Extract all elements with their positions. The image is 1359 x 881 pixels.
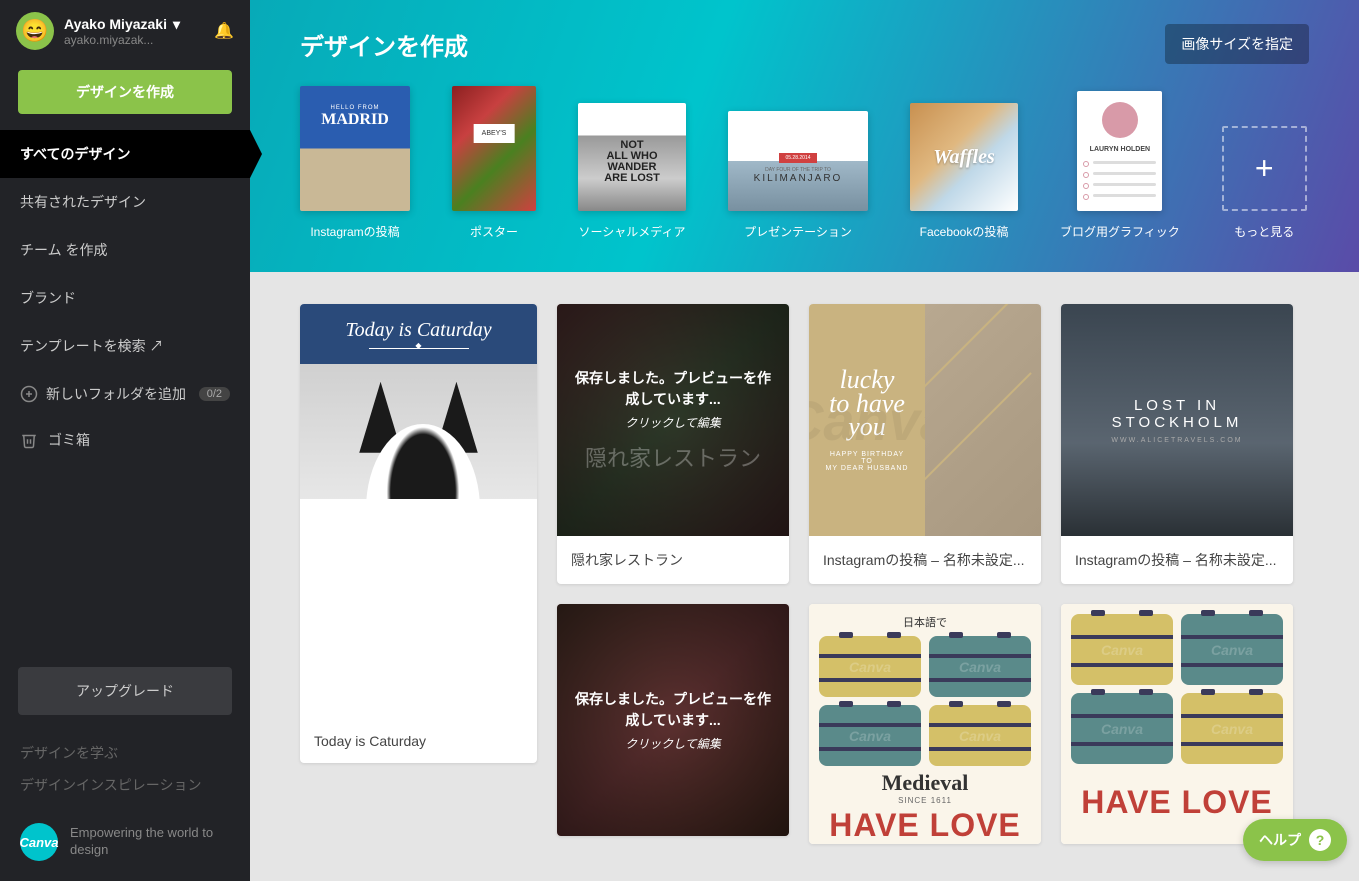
help-icon: ? — [1309, 829, 1331, 851]
template-presentation[interactable]: 05.28.2014 DAY FOUR OF THE TRIP TO KILIM… — [728, 111, 868, 240]
upgrade-button[interactable]: アップグレード — [18, 667, 232, 715]
plus-circle-icon — [20, 385, 38, 403]
help-label: ヘルプ — [1259, 830, 1301, 850]
custom-size-button[interactable]: 画像サイズを指定 — [1165, 24, 1309, 64]
nav-brand[interactable]: ブランド — [0, 274, 250, 322]
sidebar: 😄 Ayako Miyazaki ▾ ayako.miyazak... 🔔 デザ… — [0, 0, 250, 881]
hero-section: デザインを作成 画像サイズを指定 HELLO FROM MADRID Insta… — [250, 0, 1359, 272]
more-label: もっと見る — [1234, 223, 1294, 240]
template-poster[interactable]: ABEY'S ポスター — [452, 86, 536, 240]
template-label: ブログ用グラフィック — [1060, 223, 1180, 240]
design-title: Instagramの投稿 – 名称未設定... — [1061, 536, 1293, 584]
brand-logo: Canva — [20, 823, 58, 861]
nav-shared-designs[interactable]: 共有されたデザイン — [0, 178, 250, 226]
design-card[interactable]: LOST IN STOCKHOLM WWW.ALICETRAVELS.COM I… — [1061, 304, 1293, 584]
template-facebook[interactable]: Waffles Facebookの投稿 — [910, 103, 1018, 240]
templates-row: HELLO FROM MADRID Instagramの投稿 ABEY'S ポス… — [300, 86, 1309, 240]
template-label: ポスター — [470, 223, 518, 240]
design-card[interactable]: Canva Canva Canva Canva HAVE LOVE — [1061, 604, 1293, 844]
designs-section: Today is Caturday Today is Caturday — [250, 272, 1359, 881]
trash-button[interactable]: ゴミ箱 — [0, 418, 250, 462]
template-label: プレゼンテーション — [744, 223, 852, 240]
trash-icon — [20, 431, 38, 449]
brand-tagline: Empowering the world to design — [70, 825, 230, 859]
brand-block: Canva Empowering the world to design — [0, 811, 250, 881]
create-design-button[interactable]: デザインを作成 — [18, 70, 232, 114]
design-card[interactable]: 保存しました。プレビューを作成しています... クリックして編集 — [557, 604, 789, 836]
design-card[interactable]: Today is Caturday Today is Caturday — [300, 304, 537, 763]
template-social[interactable]: NOTALL WHOWANDERARE LOST ソーシャルメディア — [578, 103, 686, 240]
folder-count: 0/2 — [199, 387, 230, 401]
design-title: 隠れ家レストラン — [557, 536, 789, 584]
help-button[interactable]: ヘルプ ? — [1243, 819, 1347, 861]
template-blog[interactable]: LAURYN HOLDEN ブログ用グラフィック — [1060, 91, 1180, 240]
chevron-down-icon: ▾ — [173, 16, 180, 33]
avatar: 😄 — [16, 12, 54, 50]
design-card[interactable]: 保存しました。プレビューを作成しています... クリックして編集 隠れ家レストラ… — [557, 304, 789, 584]
user-email: ayako.miyazak... — [64, 33, 204, 47]
main-content: デザインを作成 画像サイズを指定 HELLO FROM MADRID Insta… — [250, 0, 1359, 881]
learn-design-link[interactable]: デザインを学ぶ — [20, 737, 230, 769]
design-card[interactable]: Canva luckyto haveyou HAPPY BIRTHDAY TOM… — [809, 304, 1041, 584]
user-block[interactable]: 😄 Ayako Miyazaki ▾ ayako.miyazak... 🔔 — [0, 0, 250, 62]
new-folder-button[interactable]: 新しいフォルダを追加 0/2 — [0, 370, 250, 418]
template-label: ソーシャルメディア — [579, 223, 686, 240]
nav-all-designs[interactable]: すべてのデザイン — [0, 130, 250, 178]
nav-search-templates[interactable]: テンプレートを検索 ↗ — [0, 322, 250, 370]
template-label: Facebookの投稿 — [920, 223, 1009, 240]
design-card[interactable]: 日本語で Canva Canva Canva Canva Medieval SI… — [809, 604, 1041, 844]
nav-create-team[interactable]: チーム を作成 — [0, 226, 250, 274]
bell-icon[interactable]: 🔔 — [214, 21, 234, 41]
hero-title: デザインを作成 — [300, 27, 468, 62]
user-name: Ayako Miyazaki — [64, 16, 167, 32]
sidebar-nav: すべてのデザイン 共有されたデザイン チーム を作成 ブランド テンプレートを検… — [0, 130, 250, 370]
design-title: Instagramの投稿 – 名称未設定... — [809, 536, 1041, 584]
plus-icon: + — [1222, 126, 1307, 211]
design-inspiration-link[interactable]: デザインインスピレーション — [20, 769, 230, 801]
template-label: Instagramの投稿 — [310, 223, 399, 240]
trash-label: ゴミ箱 — [48, 430, 90, 450]
footer-links: デザインを学ぶ デザインインスピレーション — [0, 727, 250, 811]
new-folder-label: 新しいフォルダを追加 — [46, 384, 186, 404]
design-title: Today is Caturday — [300, 719, 537, 763]
template-more[interactable]: + もっと見る — [1222, 126, 1307, 240]
template-instagram[interactable]: HELLO FROM MADRID Instagramの投稿 — [300, 86, 410, 240]
